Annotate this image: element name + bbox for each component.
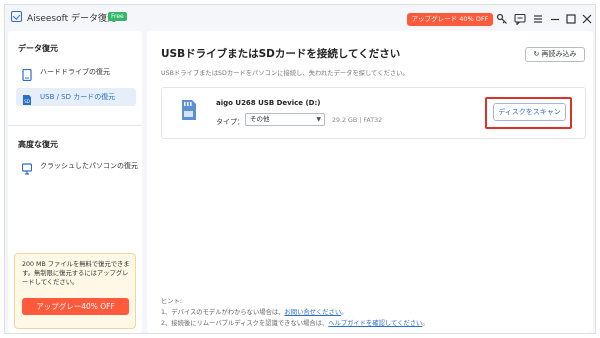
sidebar-item-crashed-pc[interactable]: クラッシュしたパソコンの復元 (16, 157, 138, 175)
hint-section: ヒント: 1、デバイスのモデルがわからない場合は、お問い合せください。 2、接続… (161, 296, 429, 329)
sd-card-icon (180, 99, 197, 121)
device-name: aigo U268 USB Device (D:) (216, 99, 321, 107)
hint-line-1: 1、デバイスのモデルがわからない場合は、お問い合せください。 (161, 307, 429, 318)
page-subtitle: USBドライブまたはSDカードをパソコンに接続し、失われたデータを探してください… (161, 70, 409, 77)
crashed-pc-icon (21, 160, 33, 175)
sidebar-item-label: ハードドライブの復元 (40, 68, 110, 76)
hint-text: 。 (341, 309, 348, 316)
type-label: タイプ： (216, 118, 244, 126)
sidebar: データ復元 ハードドライブの復元 SD USB / SD カードの復元 高度な復… (8, 31, 142, 333)
menu-icon[interactable] (531, 13, 545, 27)
minimize-icon[interactable] (548, 13, 562, 27)
section-title-advanced: 高度な復元 (18, 140, 58, 149)
sidebar-item-hard-drive[interactable]: ハードドライブの復元 (16, 63, 136, 82)
main-panel: USBドライブまたはSDカードを接続してください ↻ 再読み込み USBドライブ… (147, 31, 593, 333)
type-select[interactable]: その他 ▼ (245, 113, 325, 126)
sidebar-item-label: USB / SD カードの復元 (40, 93, 116, 101)
scan-disk-button[interactable]: ディスクをスキャン (493, 103, 566, 121)
reload-label: 再読み込み (541, 50, 577, 58)
chevron-down-icon: ▼ (316, 116, 321, 123)
sidebar-item-usb-sd[interactable]: SD USB / SD カードの復元 (16, 88, 136, 106)
hard-drive-icon (22, 66, 32, 82)
refresh-icon: ↻ (533, 50, 540, 58)
app-window: Aiseesoft データ復元 Free アップグレード 40% OFF データ… (4, 4, 596, 334)
free-badge: Free (108, 12, 127, 21)
svg-text:SD: SD (24, 99, 30, 104)
device-size: 29.2 GB (332, 117, 358, 124)
promo-upgrade-button[interactable]: アップグレー40% OFF (22, 298, 129, 315)
help-guide-link[interactable]: ヘルプガイドを確認してください (328, 320, 422, 327)
key-icon[interactable] (495, 13, 509, 27)
upgrade-promo-box: 200 MB ファイルを無料で復元できます。無制限に復元するにはアップグレードし… (14, 253, 136, 329)
title-bar: Aiseesoft データ復元 Free アップグレード 40% OFF (5, 5, 595, 27)
device-filesystem: FAT32 (363, 117, 383, 124)
app-logo-icon (11, 11, 22, 22)
page-title: USBドライブまたはSDカードを接続してください (161, 48, 401, 60)
upgrade-button[interactable]: アップグレード 40% OFF (407, 13, 493, 26)
hint-text: 。 (422, 320, 429, 327)
device-info: 29.2 GB | FAT32 (332, 117, 382, 124)
feedback-icon[interactable] (513, 13, 527, 27)
hint-text: 1、デバイスのモデルがわからない場合は、 (161, 309, 285, 316)
hint-line-2: 2、接続後にリムーバブルディスクを認識できない場合は、ヘルプガイドを確認してくだ… (161, 318, 429, 329)
contact-link[interactable]: お問い合せください (284, 309, 341, 316)
maximize-icon[interactable] (564, 13, 578, 27)
sidebar-item-label: クラッシュしたパソコンの復元 (40, 162, 138, 170)
close-icon[interactable] (580, 13, 594, 27)
hint-text: 2、接続後にリムーバブルディスクを認識できない場合は、 (161, 320, 329, 327)
reload-button[interactable]: ↻ 再読み込み (525, 47, 585, 62)
sd-card-icon: SD (22, 91, 32, 105)
sidebar-divider (8, 125, 142, 126)
app-title: Aiseesoft データ復元 (27, 14, 117, 24)
promo-text: 200 MB ファイルを無料で復元できます。無制限に復元するにはアップグレードし… (22, 261, 130, 286)
type-select-value: その他 (250, 115, 270, 123)
hint-title: ヒント: (161, 298, 183, 305)
section-title-data-recovery: データ復元 (18, 44, 58, 53)
device-card: aigo U268 USB Device (D:) タイプ： その他 ▼ 29.… (161, 87, 586, 139)
